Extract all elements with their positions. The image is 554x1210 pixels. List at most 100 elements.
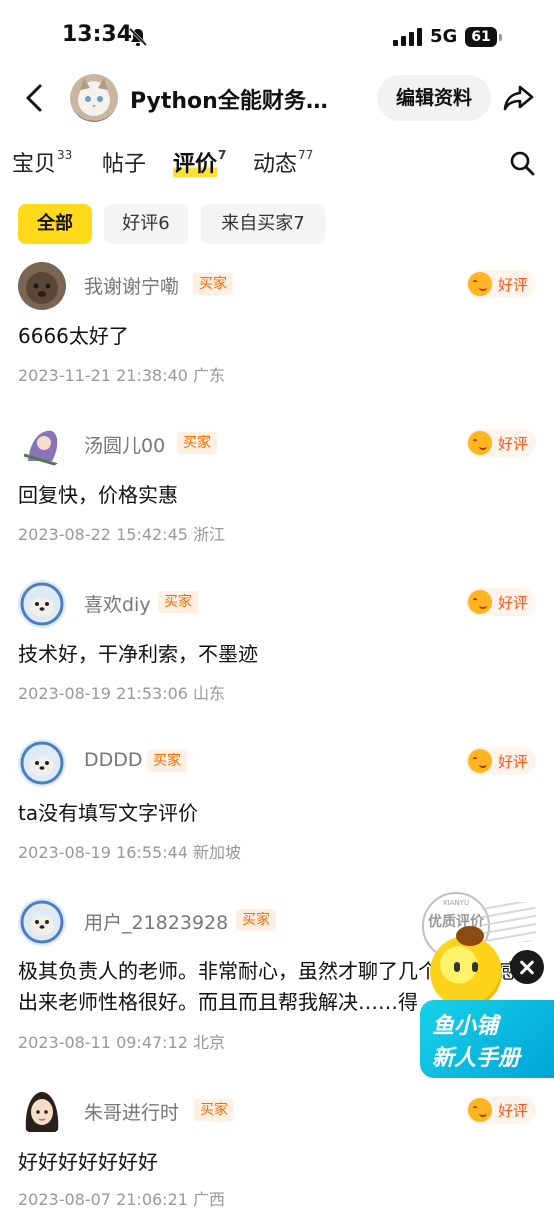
good-review-tag: 好评 (466, 588, 536, 616)
anime-avatar-icon (18, 421, 66, 469)
avatar[interactable] (18, 580, 66, 628)
battery-indicator: 61 (465, 27, 502, 47)
shop-avatar[interactable] (70, 74, 118, 122)
tab-label: 评价 (173, 152, 218, 177)
status-time: 13:34 (62, 22, 133, 47)
mute-bell-icon (128, 27, 148, 47)
tab-count: 33 (57, 147, 73, 162)
reviewer-name: 朱哥进行时 (84, 1102, 180, 1124)
stamp-top-text: XIANYU (442, 899, 470, 907)
tab-label: 宝贝 (12, 152, 57, 177)
review-time: 2023-08-11 09:47:12 (18, 1033, 188, 1052)
avatar[interactable] (18, 421, 66, 469)
review-meta: 2023-08-07 21:06:21 广西 (18, 1186, 225, 1210)
filter-from-buyers[interactable]: 来自买家7 (201, 204, 325, 244)
good-review-tag: 好评 (466, 429, 536, 457)
promo-line2: 新人手册 (432, 1046, 521, 1071)
review-text: 回复快，价格实惠 (18, 483, 178, 507)
reviewer-name: 我谢谢宁嘞 (84, 276, 180, 298)
shop-name[interactable]: Python全能财务… (130, 83, 328, 115)
review-region: 山东 (193, 684, 226, 703)
good-review-tag: 好评 (466, 270, 536, 298)
review-region: 浙江 (193, 525, 226, 544)
smile-face-icon (468, 272, 492, 296)
signal-icon (393, 28, 422, 46)
tab-count: 7 (218, 147, 227, 162)
girl-avatar-icon (18, 1088, 66, 1136)
review-time: 2023-11-21 21:38:40 (18, 366, 188, 385)
cat-avatar-icon (78, 78, 110, 116)
buyer-badge: 买家 (194, 1099, 234, 1121)
close-icon[interactable] (510, 950, 544, 984)
good-review-label: 好评 (498, 435, 529, 453)
review-meta: 2023-08-19 16:55:44 新加坡 (18, 839, 241, 863)
filter-good[interactable]: 好评6 (104, 204, 188, 244)
buyer-badge: 买家 (147, 750, 187, 772)
share-icon[interactable] (502, 82, 534, 114)
review-meta: 2023-08-11 09:47:12 北京 (18, 1029, 225, 1053)
review-time: 2023-08-19 16:55:44 (18, 843, 188, 862)
buyer-badge: 买家 (236, 909, 276, 931)
review-time: 2023-08-19 21:53:06 (18, 684, 188, 703)
promo-line1: 鱼小铺 (432, 1014, 499, 1039)
tab-items[interactable]: 宝贝33 (12, 146, 72, 178)
reviewer-name: 用户_21823928 (84, 912, 229, 934)
seal-avatar-icon (18, 898, 66, 946)
review-text: 好好好好好好好 (18, 1150, 158, 1174)
good-review-tag: 好评 (466, 747, 536, 775)
reviewer-name: 喜欢diy (84, 594, 151, 616)
review-filters: 全部 好评6 来自买家7 (0, 204, 554, 246)
smile-face-icon (468, 590, 492, 614)
seal-avatar-icon (18, 580, 66, 628)
good-review-label: 好评 (498, 276, 529, 294)
review-region: 新加坡 (193, 843, 242, 862)
promo-card[interactable]: 鱼小铺 新人手册 (420, 1000, 554, 1078)
smile-face-icon (468, 749, 492, 773)
reviewer-name: 汤圆儿00 (84, 435, 166, 457)
good-review-label: 好评 (498, 1102, 529, 1120)
review-region: 北京 (193, 1033, 226, 1052)
good-review-tag: 好评 (466, 1096, 536, 1124)
tab-activity[interactable]: 动态77 (253, 146, 313, 178)
buyer-badge: 买家 (177, 432, 217, 454)
avatar[interactable] (18, 739, 66, 787)
good-review-label: 好评 (498, 753, 529, 771)
review-meta: 2023-08-19 21:53:06 山东 (18, 680, 225, 704)
mascot-icon (430, 926, 502, 1008)
tab-posts[interactable]: 帖子 (102, 146, 146, 178)
search-icon[interactable] (509, 150, 535, 176)
profile-tabs: 宝贝33 帖子 评价7 动态77 (0, 140, 554, 184)
smile-face-icon (468, 1098, 492, 1122)
reviewer-name: DDDD (84, 749, 143, 771)
tab-reviews[interactable]: 评价7 (173, 146, 226, 178)
buyer-badge: 买家 (158, 591, 198, 613)
review-time: 2023-08-22 15:42:45 (18, 525, 188, 544)
postmark-waves-icon (482, 902, 536, 942)
good-review-label: 好评 (498, 594, 529, 612)
tab-count: 77 (298, 147, 314, 162)
filter-all[interactable]: 全部 (18, 204, 92, 244)
smile-face-icon (468, 431, 492, 455)
avatar[interactable] (18, 262, 66, 310)
buyer-badge: 买家 (193, 273, 233, 295)
review-text: ta没有填写文字评价 (18, 801, 199, 825)
network-type: 5G (430, 26, 458, 47)
review-text: 6666太好了 (18, 324, 129, 348)
edit-profile-button[interactable]: 编辑资料 (377, 75, 491, 121)
mascot-eye-icon (472, 962, 478, 972)
tab-label: 帖子 (102, 152, 147, 177)
review-text: 技术好，干净利索，不墨迹 (18, 642, 258, 666)
dog-avatar-icon (18, 262, 66, 310)
review-meta: 2023-08-22 15:42:45 浙江 (18, 521, 225, 545)
seal-avatar-icon (18, 739, 66, 787)
promo-floating-widget[interactable]: XIANYU 优质评价 鱼小铺 新人手册 (410, 892, 554, 1082)
back-arrow-icon[interactable] (20, 82, 48, 114)
avatar[interactable] (18, 898, 66, 946)
review-meta: 2023-11-21 21:38:40 广东 (18, 362, 225, 386)
status-bar: 13:34 5G 61 (0, 0, 554, 70)
tab-label: 动态 (253, 152, 298, 177)
review-region: 广东 (193, 366, 226, 385)
mascot-hat-icon (456, 926, 484, 946)
avatar[interactable] (18, 1088, 66, 1136)
mascot-eye-icon (454, 962, 460, 972)
